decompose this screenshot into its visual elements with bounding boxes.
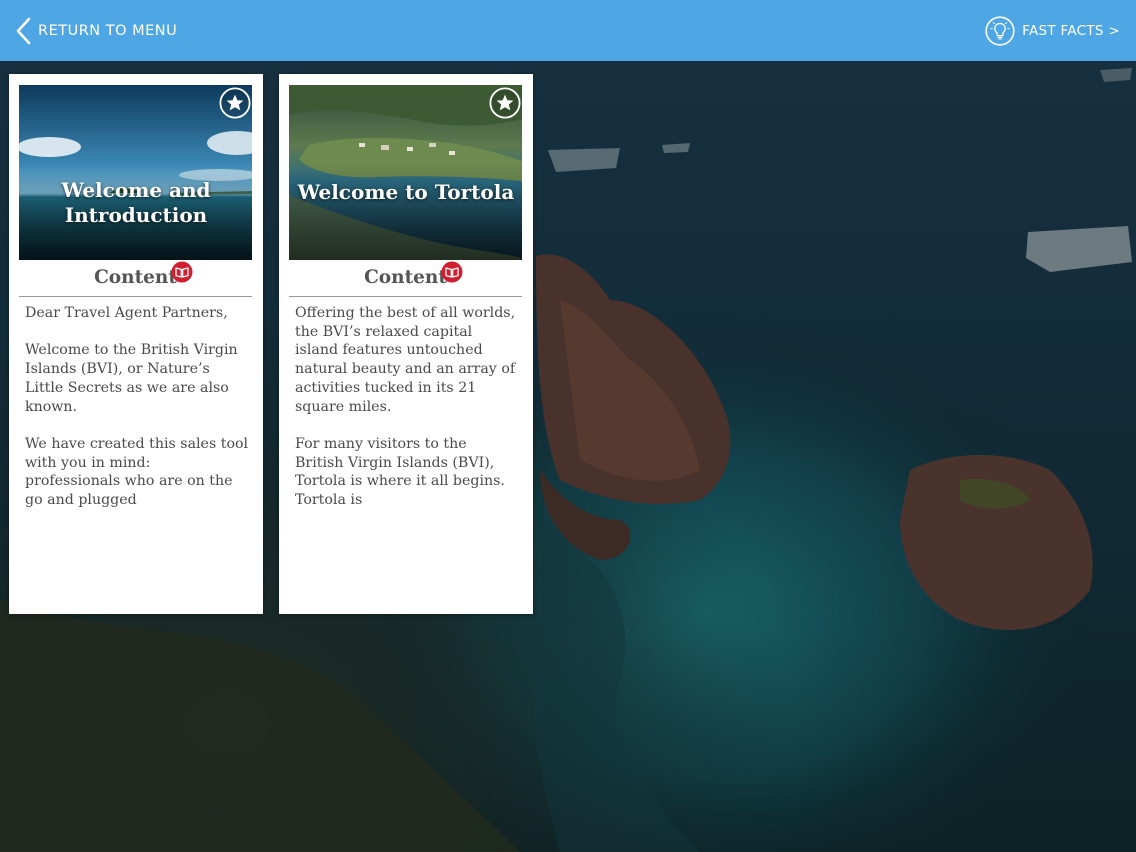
card-title: Welcome to Tortola — [297, 180, 515, 204]
paragraph: Dear Travel Agent Partners, — [25, 305, 228, 321]
card-body-text: Offering the best of all worlds, the BVI… — [295, 304, 519, 528]
content-heading: Content — [364, 267, 447, 288]
top-bar: RETURN TO MENU FAST FACTS > — [0, 0, 1136, 61]
star-icon[interactable] — [219, 87, 251, 119]
divider — [19, 296, 252, 297]
content-section-header: Content — [289, 261, 522, 295]
card-hero-image — [19, 85, 252, 260]
card-body-text: Dear Travel Agent Partners, Welcome to t… — [25, 304, 249, 528]
fast-facts-label: FAST FACTS > — [1022, 23, 1120, 39]
card-title: Welcome and Introduction — [61, 178, 211, 227]
return-to-menu-button[interactable]: RETURN TO MENU — [14, 16, 177, 46]
return-to-menu-label: RETURN TO MENU — [38, 23, 178, 39]
paragraph: For many visitors to the British Virgin … — [295, 435, 505, 509]
content-card-tortola[interactable]: Welcome to Tortola Content Offering the … — [279, 74, 533, 614]
book-icon[interactable] — [441, 261, 463, 283]
fast-facts-button[interactable]: FAST FACTS > — [985, 15, 1120, 47]
content-section-header: Content — [19, 261, 252, 295]
divider — [289, 296, 522, 297]
content-heading: Content — [94, 267, 177, 288]
paragraph: Offering the best of all worlds, the BVI… — [295, 305, 516, 415]
star-icon[interactable] — [489, 87, 521, 119]
lightbulb-icon — [985, 16, 1015, 46]
book-icon[interactable] — [171, 261, 193, 283]
chevron-left-icon — [16, 17, 31, 45]
paragraph: Welcome to the British Virgin Islands (B… — [25, 342, 238, 415]
content-card-welcome[interactable]: Welcome and Introduction Content Dear Tr… — [9, 74, 263, 614]
card-hero-image — [289, 85, 522, 260]
paragraph: We have created this sales tool with you… — [25, 435, 249, 508]
